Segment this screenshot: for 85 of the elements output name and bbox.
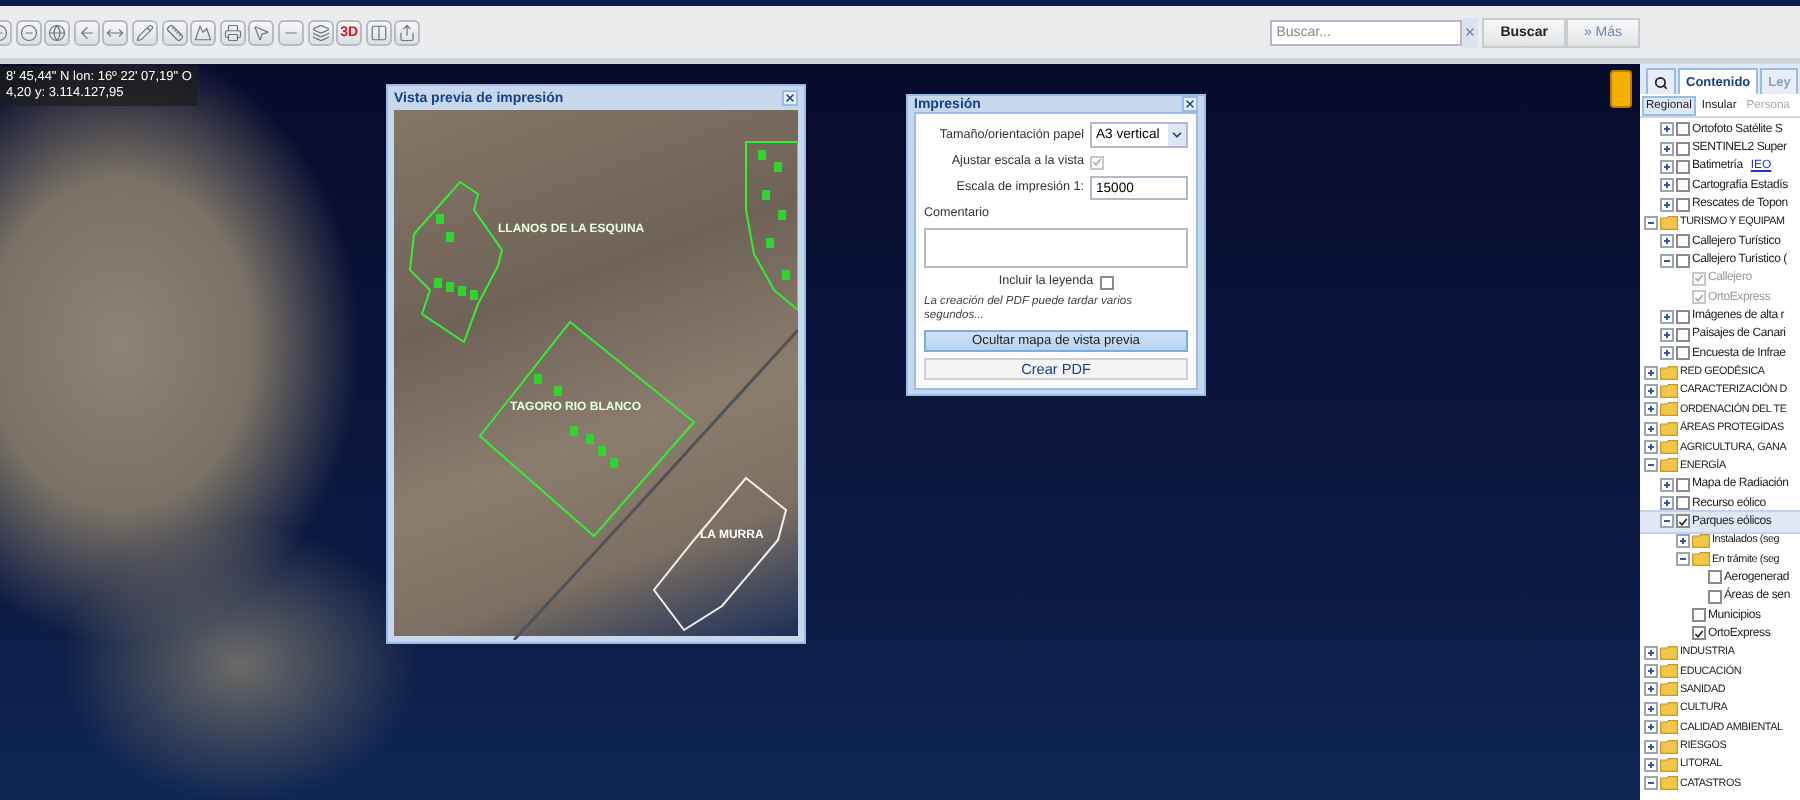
tool-button[interactable] (102, 19, 129, 45)
check-icon (1092, 156, 1102, 168)
columns-icon (369, 23, 388, 41)
expand-toggle[interactable] (1644, 402, 1658, 417)
tool-button[interactable] (15, 19, 42, 45)
expand-toggle[interactable] (1660, 477, 1674, 492)
tool-button[interactable] (307, 19, 334, 45)
collapse-toggle[interactable] (1676, 552, 1690, 567)
tool-button[interactable] (131, 19, 158, 45)
expand-toggle[interactable] (1644, 664, 1658, 679)
tool-button[interactable] (219, 19, 246, 45)
collapse-toggle[interactable] (1644, 215, 1658, 230)
layer-checkbox[interactable] (1708, 570, 1722, 585)
layer-checkbox[interactable] (1676, 514, 1690, 529)
check-icon (1678, 515, 1688, 528)
expand-toggle[interactable] (1644, 365, 1658, 380)
expand-toggle[interactable] (1644, 440, 1658, 455)
expand-toggle[interactable] (1644, 645, 1658, 660)
expand-toggle[interactable] (1644, 421, 1658, 436)
layers-icon (311, 23, 330, 41)
mountain-icon (194, 23, 213, 41)
expand-toggle[interactable] (1644, 383, 1658, 398)
expand-toggle[interactable] (1660, 141, 1674, 156)
layer-checkbox[interactable] (1708, 589, 1722, 604)
tool-button[interactable] (44, 19, 71, 45)
collapse-toggle[interactable] (1644, 776, 1658, 791)
globe-icon (48, 23, 67, 41)
check-icon (1694, 627, 1704, 640)
close-button[interactable] (782, 90, 798, 106)
layer-checkbox[interactable] (1692, 608, 1706, 623)
legend-checkbox[interactable] (1099, 275, 1114, 289)
layer-checkbox[interactable] (1676, 159, 1690, 174)
expand-toggle[interactable] (1660, 122, 1674, 137)
collapse-toggle[interactable] (1660, 253, 1674, 268)
expand-toggle[interactable] (1660, 327, 1674, 342)
tool-button[interactable] (161, 19, 188, 45)
layer-checkbox[interactable] (1676, 253, 1690, 268)
expand-toggle[interactable] (1644, 739, 1658, 754)
tool-button[interactable] (365, 19, 392, 45)
comment-field[interactable] (924, 228, 1188, 268)
tool-button[interactable] (394, 19, 421, 45)
expand-toggle[interactable] (1660, 159, 1674, 174)
close-icon (1464, 26, 1477, 38)
share-icon (398, 23, 417, 41)
layer-checkbox[interactable] (1676, 346, 1690, 361)
layer-checkbox[interactable] (1676, 234, 1690, 249)
expand-toggle[interactable] (1660, 309, 1674, 324)
layer-checkbox[interactable] (1676, 178, 1690, 193)
expand-toggle[interactable] (1660, 178, 1674, 193)
layer-checkbox[interactable] (1692, 626, 1706, 641)
layer-checkbox[interactable] (1676, 327, 1690, 342)
tool-button[interactable] (190, 19, 217, 45)
expand-toggle[interactable] (1660, 496, 1674, 511)
left-arrow-icon (77, 23, 96, 41)
expand-toggle[interactable] (1660, 234, 1674, 249)
collapse-toggle[interactable] (1644, 458, 1658, 473)
layer-checkbox[interactable] (1676, 477, 1690, 492)
collapse-toggle[interactable] (1660, 514, 1674, 529)
pencil-icon (135, 23, 154, 41)
search-tab[interactable] (1646, 68, 1676, 94)
pointer-icon (252, 23, 271, 41)
folder-icon (1660, 215, 1678, 230)
tool-button[interactable] (73, 19, 100, 45)
close-icon (1184, 98, 1196, 110)
layer-checkbox[interactable] (1676, 197, 1690, 212)
expand-toggle[interactable] (1644, 682, 1658, 697)
chevron-down-icon (1170, 128, 1184, 142)
printer-icon (223, 23, 242, 41)
double-arrow-icon (106, 23, 125, 41)
expand-toggle[interactable] (1660, 197, 1674, 212)
tool-button[interactable] (248, 19, 275, 45)
ruler-icon (165, 23, 184, 41)
layer-checkbox[interactable] (1676, 141, 1690, 156)
close-icon (784, 92, 796, 104)
expand-toggle[interactable] (1644, 720, 1658, 735)
close-button[interactable] (1182, 96, 1198, 112)
minus-circle-icon (19, 23, 38, 41)
expand-toggle[interactable] (1660, 346, 1674, 361)
expand-toggle[interactable] (1644, 701, 1658, 716)
layer-checkbox[interactable] (1676, 309, 1690, 324)
clear-button[interactable] (1462, 17, 1479, 47)
expand-toggle[interactable] (1644, 757, 1658, 772)
layer-checkbox[interactable] (1676, 496, 1690, 511)
layer-checkbox[interactable] (1676, 122, 1690, 137)
search-icon (1654, 75, 1668, 89)
